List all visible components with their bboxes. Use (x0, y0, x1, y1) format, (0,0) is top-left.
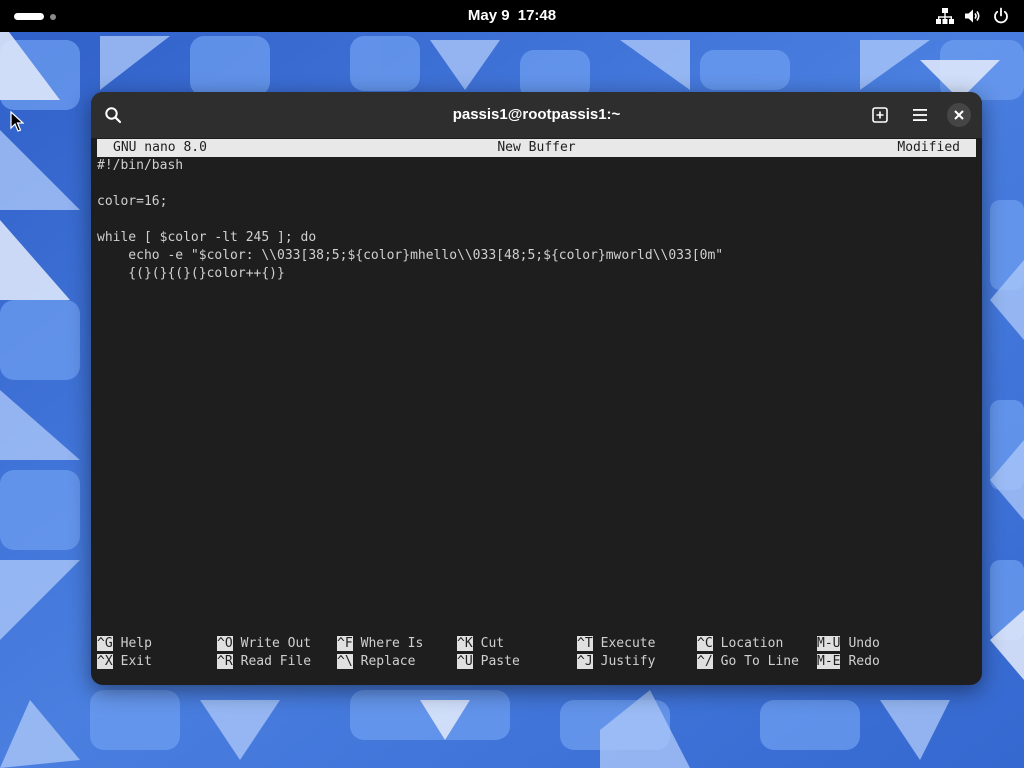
shortcut-justify[interactable]: ^J Justify (577, 653, 655, 671)
shortcut-location[interactable]: ^C Location (697, 635, 783, 653)
shortcut-key: ^K (457, 636, 473, 651)
clock-date[interactable]: May 9 (466, 7, 512, 24)
editor-line[interactable]: #!/bin/bash (97, 157, 976, 175)
shortcut-key: ^U (457, 654, 473, 669)
shortcut-label: Read File (240, 654, 312, 669)
shortcut-label: Exit (120, 654, 152, 669)
shortcut-undo[interactable]: M-U Undo (817, 635, 880, 653)
new-tab-icon (872, 107, 888, 123)
network-icon[interactable] (936, 7, 954, 25)
editor-line[interactable]: color=16; (97, 193, 976, 211)
shortcut-execute[interactable]: ^T Execute (577, 635, 655, 653)
shortcut-label: Write Out (240, 636, 312, 651)
shortcut-key: ^\ (337, 654, 353, 669)
shortcut-where-is[interactable]: ^F Where Is (337, 635, 423, 653)
workspace-active-pill[interactable] (14, 13, 44, 20)
nano-shortcut-bar: ^G Help ^O Write Out ^F Where Is ^K Cut ^T Ex… (97, 635, 976, 671)
shortcut-label: Paste (480, 654, 520, 669)
editor-line[interactable] (97, 175, 976, 193)
shortcut-paste[interactable]: ^U Paste (457, 653, 520, 671)
activities-indicator[interactable] (14, 10, 60, 22)
shortcut-key: ^R (217, 654, 233, 669)
workspace-dot[interactable] (50, 14, 56, 20)
editor-line[interactable]: while [ $color -lt 245 ]; do (97, 229, 976, 247)
shortcut-key: ^C (697, 636, 713, 651)
mouse-pointer-icon (10, 111, 24, 132)
shortcut-label: Execute (600, 636, 656, 651)
shortcut-label: Go To Line (720, 654, 799, 669)
editor-text-area[interactable]: #!/bin/bash color=16; while [ $color -lt… (97, 157, 976, 283)
shortcut-key: M-U (817, 636, 841, 651)
shortcut-key: ^G (97, 636, 113, 651)
shortcut-key: ^X (97, 654, 113, 669)
window-headerbar[interactable]: passis1@rootpassis1:~ (91, 92, 982, 138)
shortcut-key: ^O (217, 636, 233, 651)
shortcut-exit[interactable]: ^X Exit (97, 653, 152, 671)
shortcut-read-file[interactable]: ^R Read File (217, 653, 311, 671)
shortcut-label: Justify (600, 654, 656, 669)
shortcut-label: Redo (848, 654, 880, 669)
shortcut-key: M-E (817, 654, 841, 669)
shortcut-cut[interactable]: ^K Cut (457, 635, 504, 653)
nano-title-bar: GNU nano 8.0 New Buffer Modified (97, 139, 976, 157)
shortcut-label: Location (720, 636, 784, 651)
menu-button[interactable] (908, 103, 932, 127)
power-icon[interactable] (992, 7, 1010, 25)
system-tray[interactable] (936, 7, 1010, 25)
shortcut-go-to-line[interactable]: ^/ Go To Line (697, 653, 799, 671)
editor-line[interactable]: {(}(}{(}(}color++{)} (97, 265, 976, 283)
shortcut-label: Undo (848, 636, 880, 651)
shortcut-replace[interactable]: ^\ Replace (337, 653, 415, 671)
shortcut-key: ^/ (697, 654, 713, 669)
editor-line[interactable]: echo -e "$color: \\033[38;5;${color}mhel… (97, 247, 976, 265)
shortcut-write-out[interactable]: ^O Write Out (217, 635, 311, 653)
shortcut-label: Cut (480, 636, 505, 651)
clock[interactable]: May 9 17:48 (0, 7, 1024, 24)
hamburger-menu-icon (913, 109, 927, 121)
shortcut-label: Where Is (360, 636, 424, 651)
shortcut-key: ^F (337, 636, 353, 651)
shortcut-help[interactable]: ^G Help (97, 635, 152, 653)
nano-editor[interactable]: GNU nano 8.0 New Buffer Modified #!/bin/… (97, 138, 976, 685)
nano-buffer-name: New Buffer (497, 140, 576, 155)
shortcut-key: ^J (577, 654, 593, 669)
shortcut-redo[interactable]: M-E Redo (817, 653, 880, 671)
close-icon (954, 110, 964, 120)
top-bar: May 9 17:48 (0, 0, 1024, 32)
volume-icon[interactable] (964, 7, 982, 25)
window-title: passis1@rootpassis1:~ (452, 106, 621, 123)
editor-line[interactable] (97, 211, 976, 229)
shortcut-label: Help (120, 636, 152, 651)
new-tab-button[interactable] (868, 103, 892, 127)
shortcut-label: Replace (360, 654, 416, 669)
terminal-window[interactable]: passis1@rootpassis1:~ GNU nano 8.0 New B… (91, 92, 982, 685)
close-button[interactable] (947, 103, 971, 127)
clock-time[interactable]: 17:48 (516, 7, 558, 24)
nano-modified-status: Modified (897, 140, 960, 155)
shortcut-key: ^T (577, 636, 593, 651)
